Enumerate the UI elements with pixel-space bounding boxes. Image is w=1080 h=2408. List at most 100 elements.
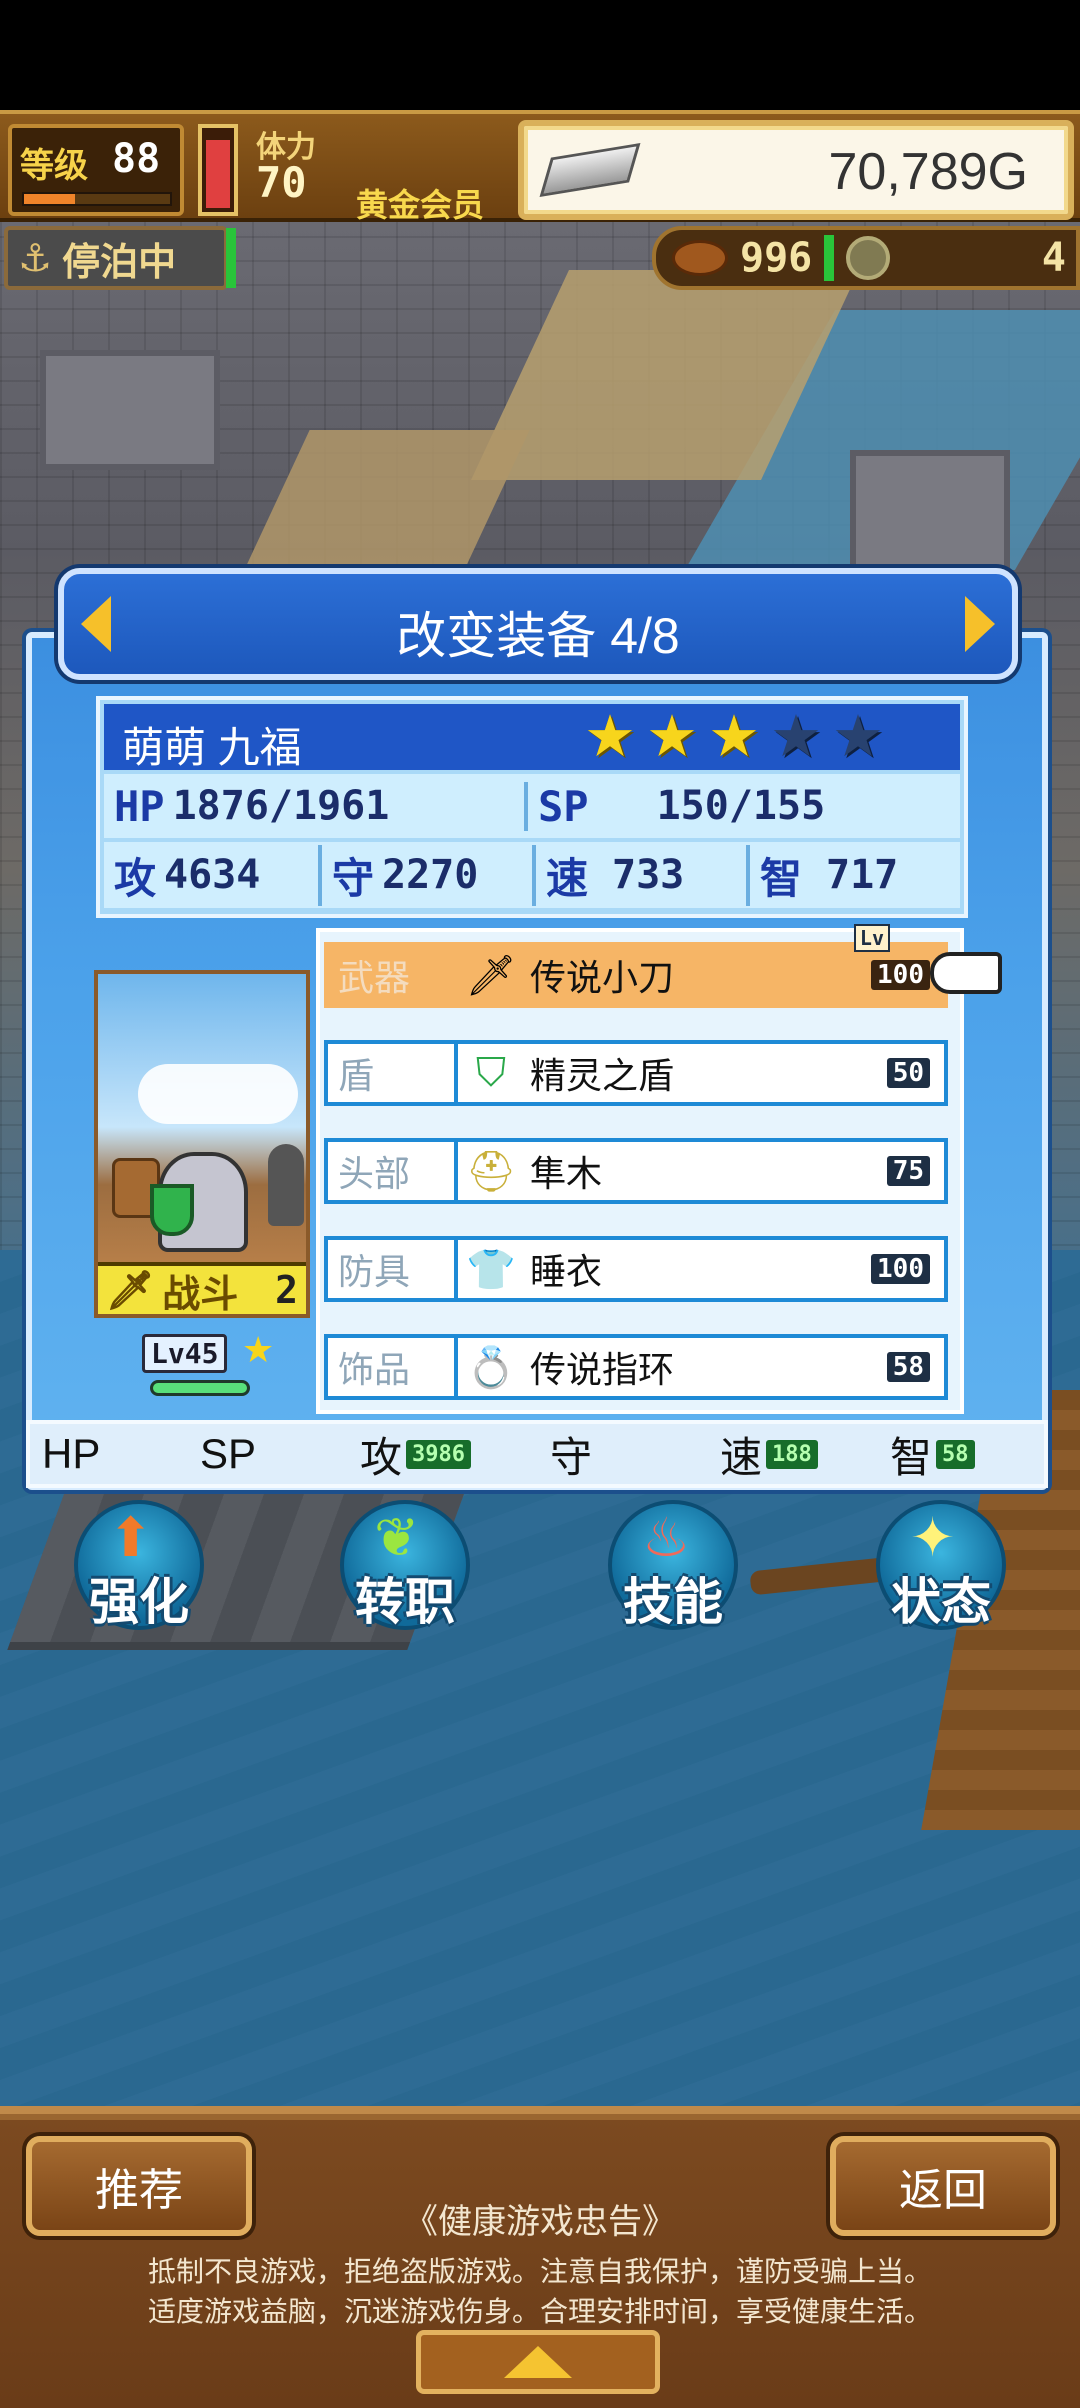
gold-display[interactable]: 70,789G [518,120,1074,220]
flame-icon: ♨ [642,1506,691,1569]
enhance-label: 强化 [89,1573,189,1631]
star-icon: ★ [646,704,698,769]
slot-label: 防具 [328,1240,458,1298]
level-progress-bar [22,192,172,206]
item-level: 100 [871,960,930,990]
item-level: 50 [886,1058,930,1088]
bonus-attack-value: 3986 [406,1439,471,1469]
panel-title: 改变装备 4/8 [396,608,680,664]
attack-value: 4634 [164,852,261,898]
character-name: 萌萌 九福 [122,724,302,771]
equip-row-accessory[interactable]: 饰品 💍 传说指环 58 [324,1334,948,1400]
intelligence-stat: 智 717 [746,844,960,906]
battle-label: 战斗 [162,1271,239,1316]
intelligence-label: 智 [760,853,803,903]
health-advice-line-2: 适度游戏益脑，沉迷游戏伤身。合理安排时间，享受健康生活。 [147,2296,932,2327]
item-name: 精灵之盾 [530,1055,675,1096]
stat-bonus-bar: HP SP 攻 3986 守 速 188 智 58 [26,1420,1048,1488]
status-button[interactable]: ✦ 状态 [862,1500,1020,1650]
character-portrait[interactable]: 🗡 战斗 2 [94,970,310,1318]
change-job-label: 转职 [355,1573,455,1631]
leaf-icon: ❦ [374,1506,420,1569]
bonus-intelligence: 智 58 [890,1424,1030,1485]
bonus-hp: HP [30,1430,200,1478]
attack-stat: 攻 4634 [104,845,318,906]
top-hud: 等级 88 体力 70 黄金会员 70,789G [0,110,1080,224]
bonus-intelligence-value: 58 [936,1439,975,1469]
speed-label: 速 [546,853,589,903]
sparkle-icon: ✦ [910,1506,956,1569]
level-label: 等级 [20,146,88,186]
stamina-gauge [198,124,238,216]
sword-icon: 🗡 [106,1267,155,1312]
hp-stat: HP 1876/1961 [104,782,524,831]
character-hp-bar [150,1380,250,1396]
health-advice-title: 《健康游戏忠告》 [404,2203,676,2241]
equip-row-weapon[interactable]: 武器 🗡 传说小刀 Lv 100 [324,924,948,1008]
status-label: 状态 [891,1573,991,1631]
coin-count: 4 [1041,235,1066,281]
character-name-row: 萌萌 九福 ★ ★ ★ ★ ★ [104,704,960,771]
anchor-icon: ⚓ [18,236,53,280]
food-count: 996 [740,235,813,281]
star-icon: ★ [708,704,760,769]
stamina-value: 70 [256,158,307,207]
membership-badge: 黄金会员 [356,186,485,224]
arrow-up-icon: ⬆ [108,1506,154,1569]
knife-icon: 🗡 [465,952,517,999]
player-level-box: 等级 88 [8,124,184,216]
bonus-attack-label: 攻 [360,1433,403,1481]
equip-row-shield[interactable]: 盾 ⛉ 精灵之盾 50 [324,1040,948,1106]
bonus-attack: 攻 3986 [360,1424,550,1485]
bonus-intelligence-label: 智 [890,1433,933,1481]
item-name: 睡衣 [530,1251,603,1292]
bonus-speed: 速 188 [720,1424,890,1485]
enhance-button[interactable]: ⬆ 强化 [60,1500,218,1650]
combat-stats-row: 攻 4634 守 2270 速 733 智 717 [104,842,960,908]
expand-menu-button[interactable] [416,2330,660,2394]
sp-stat: SP 150/155 [524,781,960,831]
hp-label: HP [114,781,165,831]
speed-stat: 速 733 [532,844,746,906]
speed-value: 733 [612,852,685,898]
level-value: 88 [112,136,161,182]
shield-icon: ⛉ [476,1050,506,1096]
dock-signal-bar [226,228,236,288]
arrow-right-icon [965,596,995,652]
battle-tag: 🗡 战斗 2 [98,1262,306,1314]
character-level: Lv45 [142,1334,228,1373]
pointer-hand-icon [930,952,1002,994]
slot-label: 盾 [328,1044,458,1102]
dock-status[interactable]: ⚓ 停泊中 [4,226,228,290]
star-icon: ★ [584,704,636,769]
panel-title-bar: 改变装备 4/8 [58,568,1018,680]
health-advice-line-1: 抵制不良游戏，拒绝盗版游戏。注意自我保护，谨防受骗上当。 [147,2256,932,2287]
item-name: 隼木 [530,1153,603,1194]
star-icon: ★ [832,704,884,769]
level-star-icon: ★ [242,1330,275,1371]
slot-label: 武器 [328,946,458,1004]
skills-button[interactable]: ♨ 技能 [594,1500,752,1650]
defense-label: 守 [332,853,375,903]
gold-value: 70,789G [828,143,1029,201]
triangle-up-icon [504,2346,572,2378]
attack-label: 攻 [114,853,157,903]
slot-label: 饰品 [328,1338,458,1396]
change-job-button[interactable]: ❦ 转职 [326,1500,484,1650]
ring-icon: 💍 [466,1344,516,1391]
item-level: 58 [886,1352,930,1382]
resource-box: 996 4 [652,226,1080,290]
food-icon [672,240,728,276]
next-character-button[interactable] [952,592,1008,656]
hp-sp-row: HP 1876/1961 SP 150/155 [104,774,960,838]
rank-stars: ★ ★ ★ ★ ★ [584,708,884,766]
silver-bar-icon [539,143,641,197]
battle-number: 2 [275,1268,298,1312]
equip-row-armor[interactable]: 防具 👕 睡衣 100 [324,1236,948,1302]
equip-row-head[interactable]: 头部 ⛑ 隼木 75 [324,1138,948,1204]
defense-stat: 守 2270 [318,844,532,906]
level-tag: Lv [853,924,890,952]
item-level: 75 [886,1156,930,1186]
star-icon: ★ [770,704,822,769]
skills-label: 技能 [623,1573,723,1631]
